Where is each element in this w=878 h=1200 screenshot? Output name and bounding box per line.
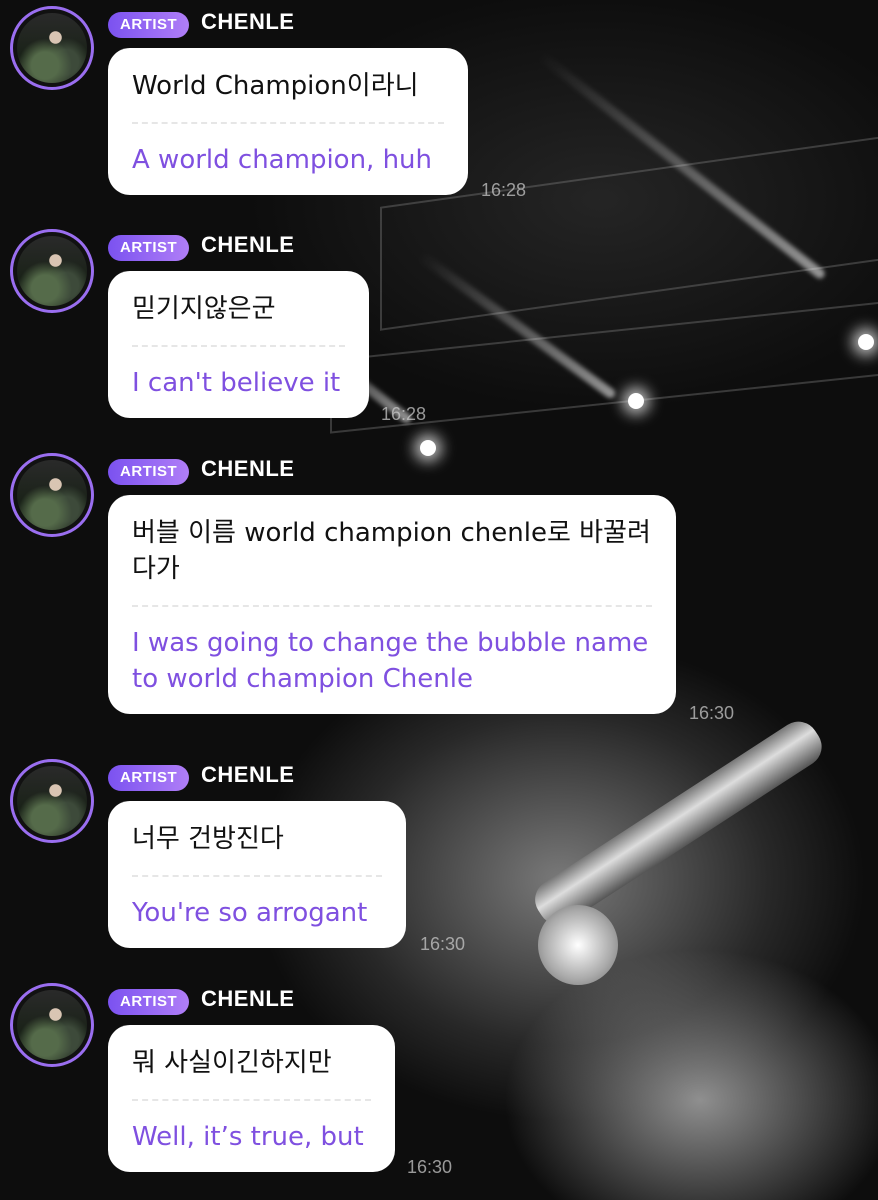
stage-light: [628, 393, 644, 409]
artist-badge: ARTIST: [108, 235, 190, 261]
original-text: World Champion이라니: [132, 71, 419, 101]
original-text: 뭐 사실이긴하지만: [132, 1048, 332, 1078]
message-time: 16:28: [381, 404, 427, 424]
sender-name: CHENLE: [201, 986, 295, 1011]
stage-light: [858, 334, 874, 350]
translation-text: Well, it’s true, but: [132, 1122, 364, 1152]
artist-badge: ARTIST: [108, 459, 190, 485]
translation-text: You're so arrogant: [132, 898, 368, 928]
sender-name: CHENLE: [201, 232, 295, 257]
message-bubble[interactable]: 뭐 사실이긴하지만 Well, it’s true, but: [108, 1025, 395, 1172]
sender-name: CHENLE: [201, 456, 295, 481]
artist-badge: ARTIST: [108, 989, 190, 1015]
translation-text: A world champion, huh: [132, 145, 433, 175]
avatar-image: [17, 460, 87, 530]
message-time: 16:30: [407, 1157, 453, 1177]
microphone-head: [538, 905, 618, 985]
avatar[interactable]: [10, 6, 94, 90]
translation-text: I can't believe it: [132, 368, 341, 398]
avatar-image: [17, 13, 87, 83]
artist-badge: ARTIST: [108, 765, 190, 791]
message-bubble[interactable]: 버블 이름 world champion chenle로 바꿀려다가 I was…: [108, 495, 676, 714]
avatar[interactable]: [10, 983, 94, 1067]
avatar-image: [17, 236, 87, 306]
microphone: [527, 713, 830, 933]
original-text: 버블 이름 world champion chenle로 바꿀려다가: [132, 518, 651, 584]
message-bubble[interactable]: 믿기지않은군 I can't believe it: [108, 271, 369, 418]
original-text: 믿기지않은군: [132, 294, 276, 324]
avatar[interactable]: [10, 229, 94, 313]
translation-text: I was going to change the bubble name to…: [132, 628, 649, 694]
avatar[interactable]: [10, 453, 94, 537]
sender-name: CHENLE: [201, 9, 295, 34]
sender-name: CHENLE: [201, 762, 295, 787]
message-time: 16:28: [481, 180, 527, 200]
avatar[interactable]: [10, 759, 94, 843]
avatar-image: [17, 990, 87, 1060]
artist-badge: ARTIST: [108, 12, 190, 38]
original-text: 너무 건방진다: [132, 824, 284, 854]
message-bubble[interactable]: 너무 건방진다 You're so arrogant: [108, 801, 406, 948]
message-time: 16:30: [420, 934, 466, 954]
stage-light: [420, 440, 436, 456]
message-bubble[interactable]: World Champion이라니 A world champion, huh: [108, 48, 468, 195]
message-time: 16:30: [689, 703, 735, 723]
avatar-image: [17, 766, 87, 836]
